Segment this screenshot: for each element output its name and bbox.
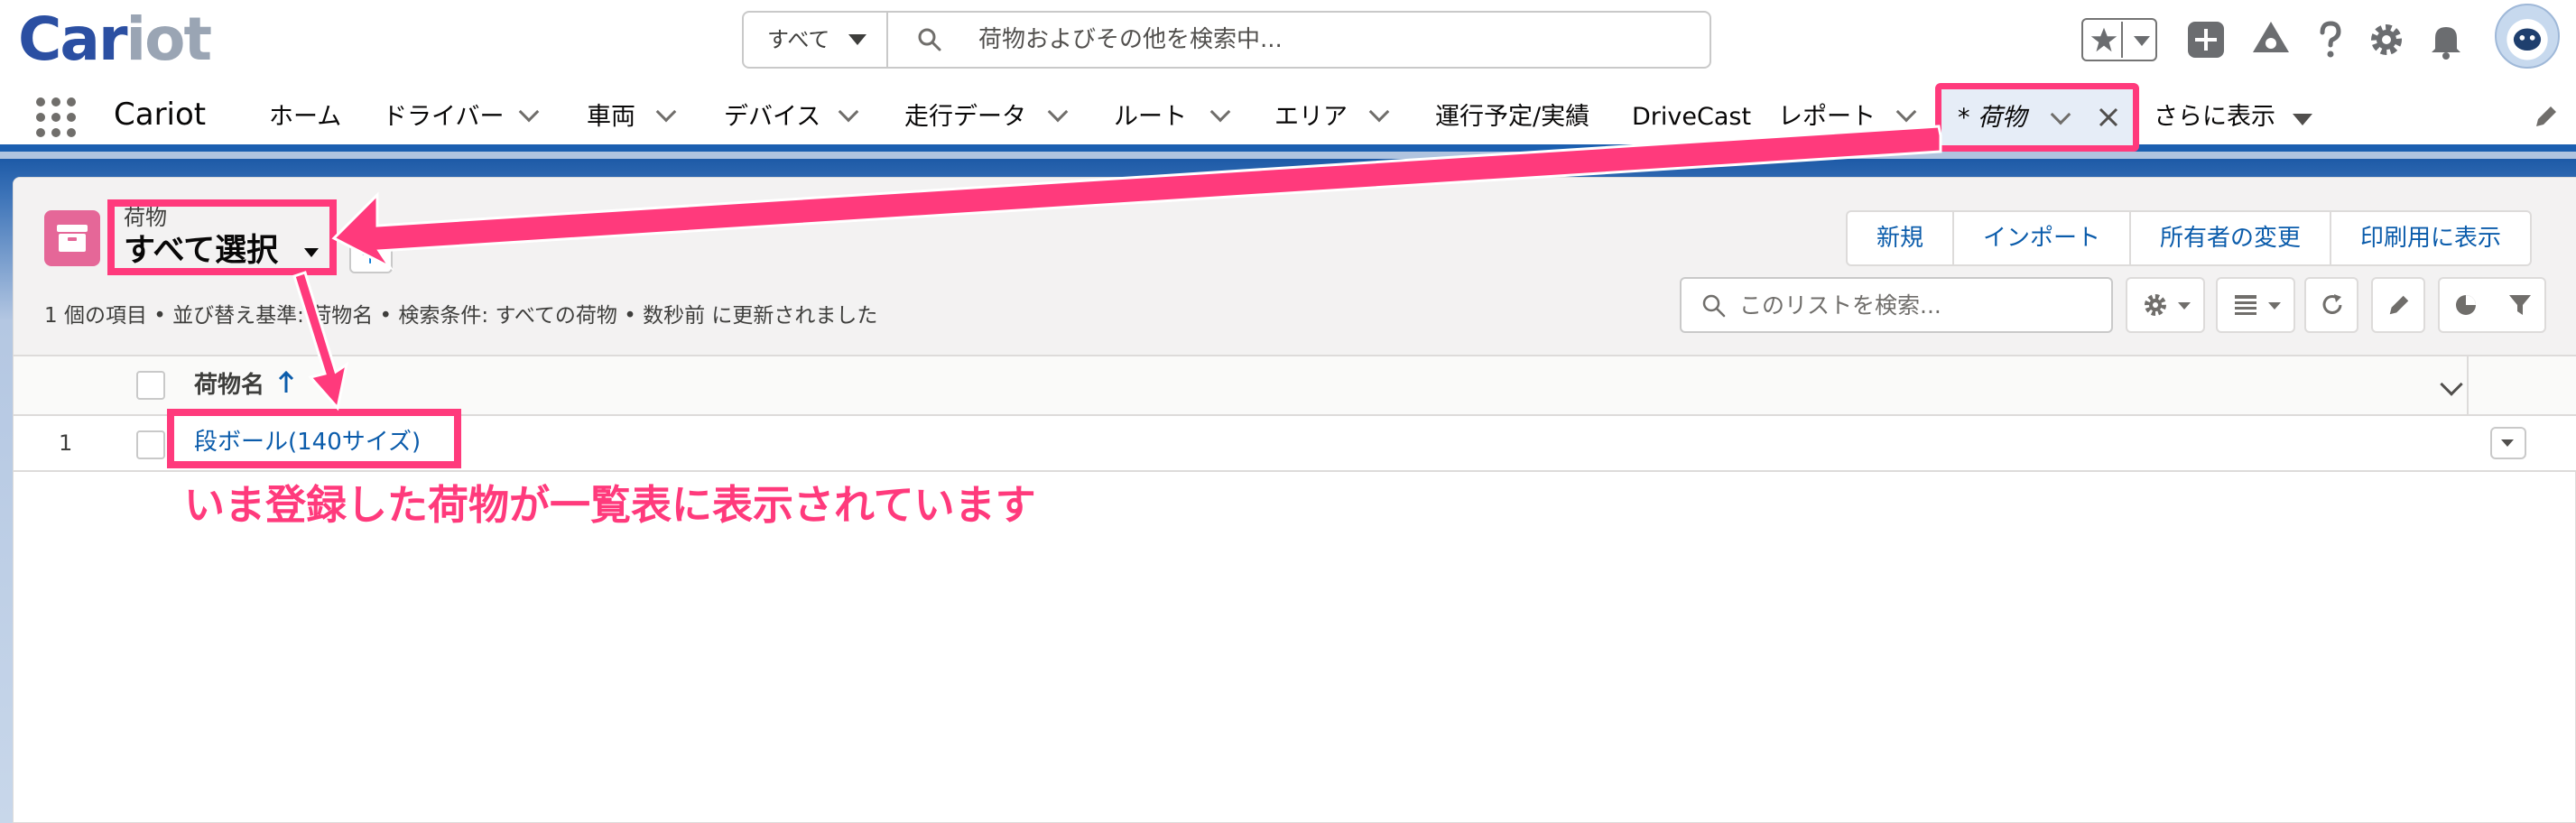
close-icon[interactable] <box>2095 104 2122 131</box>
global-add-icon[interactable] <box>2182 16 2229 63</box>
new-button[interactable]: 新規 <box>1848 212 1955 264</box>
archive-box-icon <box>57 225 88 252</box>
caret-down-icon <box>2178 302 2191 310</box>
notifications-bell-icon[interactable] <box>2423 16 2469 63</box>
chevron-down-icon[interactable] <box>2050 104 2071 125</box>
chevron-down-icon[interactable] <box>1047 101 1069 123</box>
column-divider <box>2467 356 2469 416</box>
select-all-checkbox[interactable] <box>136 371 165 400</box>
charts-filters-group <box>2438 277 2546 333</box>
global-search: すべて <box>742 11 1711 69</box>
pin-list-button[interactable] <box>349 230 393 273</box>
list-settings-button[interactable] <box>2126 277 2205 333</box>
search-icon <box>1702 294 1726 318</box>
app-nav-bar: Cariot ホーム ドライバー 車両 デバイス 走行データ ルート エリア 運… <box>0 79 2576 152</box>
table-row: 1 段ボール(140サイズ) <box>14 409 2576 472</box>
nav-item-devices[interactable]: デバイス <box>724 97 820 137</box>
pencil-icon <box>2389 295 2409 315</box>
package-object-icon <box>44 210 100 266</box>
list-actions-group: 新規 インポート 所有者の変更 印刷用に表示 <box>1846 210 2533 266</box>
nav-item-vehicles[interactable]: 車両 <box>587 97 635 137</box>
cariot-logo[interactable]: Cariot <box>18 4 212 76</box>
row-number: 1 <box>59 430 73 456</box>
nav-item-drivecast[interactable]: DriveCast <box>1632 97 1751 137</box>
nav-item-routes[interactable]: ルート <box>1114 97 1187 137</box>
trailhead-icon[interactable] <box>2247 16 2294 63</box>
row-checkbox[interactable] <box>136 430 165 459</box>
global-search-input[interactable] <box>978 20 1682 60</box>
caret-down-icon <box>2501 439 2514 447</box>
global-header: Cariot すべて <box>0 0 2576 79</box>
printable-view-button[interactable]: 印刷用に表示 <box>2331 212 2530 264</box>
nav-more-button[interactable]: さらに表示 <box>2154 97 2275 137</box>
edit-nav-pencil-icon[interactable] <box>2533 103 2560 130</box>
chevron-down-icon[interactable] <box>655 101 677 123</box>
table-icon <box>2235 295 2256 315</box>
chevron-down-icon[interactable] <box>1209 101 1231 123</box>
list-search-input[interactable] <box>1739 286 2100 324</box>
search-scope-dropdown[interactable]: すべて <box>744 13 888 67</box>
import-button[interactable]: インポート <box>1954 212 2132 264</box>
annotation-callout: いま登録した荷物が一覧表に表示されています <box>184 481 1036 529</box>
pin-icon <box>362 242 378 264</box>
app-name: Cariot <box>114 97 207 133</box>
caret-down-icon <box>2268 302 2281 310</box>
favorites-button[interactable] <box>2081 18 2157 61</box>
user-avatar[interactable] <box>2495 4 2560 69</box>
chevron-down-icon[interactable] <box>518 101 540 123</box>
refresh-button[interactable] <box>2304 277 2358 333</box>
caret-down-icon <box>2134 36 2150 46</box>
table-header: 荷物名 <box>14 356 2576 416</box>
chevron-down-icon[interactable] <box>838 101 859 123</box>
list-summary: 1 個の項目 • 並び替え基準: 荷物名 • 検索条件: すべての荷物 • 数秒… <box>44 304 878 328</box>
list-search <box>1680 277 2113 333</box>
change-owner-button[interactable]: 所有者の変更 <box>2131 212 2332 264</box>
refresh-icon <box>2322 294 2342 314</box>
nav-item-home[interactable]: ホーム <box>269 97 341 137</box>
inline-edit-button[interactable] <box>2371 277 2425 333</box>
pie-chart-icon[interactable] <box>2452 291 2479 319</box>
app-launcher-icon[interactable] <box>34 96 78 139</box>
help-icon[interactable] <box>2307 16 2354 63</box>
highlight-box-row <box>167 409 461 468</box>
filter-icon[interactable] <box>2507 291 2534 319</box>
highlight-box-view-name <box>107 199 337 275</box>
chevron-down-icon[interactable] <box>1368 101 1390 123</box>
setup-gear-icon[interactable] <box>2363 16 2410 63</box>
tab-label: * 荷物 <box>1958 104 2027 132</box>
tab-packages-active[interactable]: * 荷物 <box>1935 83 2139 152</box>
list-view-header: 荷物 すべて選択 新規 インポート 所有者の変更 印刷用に表示 1 個の項目 •… <box>14 178 2576 356</box>
caret-down-icon <box>848 34 866 45</box>
nav-item-reports[interactable]: レポート <box>1778 97 1876 137</box>
display-as-button[interactable] <box>2216 277 2295 333</box>
caret-down-icon[interactable] <box>2293 114 2312 125</box>
gear-icon <box>2145 294 2166 316</box>
row-actions-button[interactable] <box>2490 427 2526 459</box>
nav-item-operation-schedule[interactable]: 運行予定/実績 <box>1435 97 1589 137</box>
star-icon <box>2090 22 2123 58</box>
astro-avatar-icon <box>2507 19 2548 60</box>
chevron-down-icon[interactable] <box>1895 101 1917 123</box>
nav-item-areas[interactable]: エリア <box>1274 97 1348 137</box>
sort-ascending-icon[interactable] <box>275 369 297 396</box>
column-menu-chevron-icon[interactable] <box>2440 373 2463 396</box>
search-icon <box>918 28 941 51</box>
nav-item-drivers[interactable]: ドライバー <box>383 97 504 137</box>
nav-item-trip-data[interactable]: 走行データ <box>904 97 1026 137</box>
column-header-package-name[interactable]: 荷物名 <box>194 369 264 402</box>
